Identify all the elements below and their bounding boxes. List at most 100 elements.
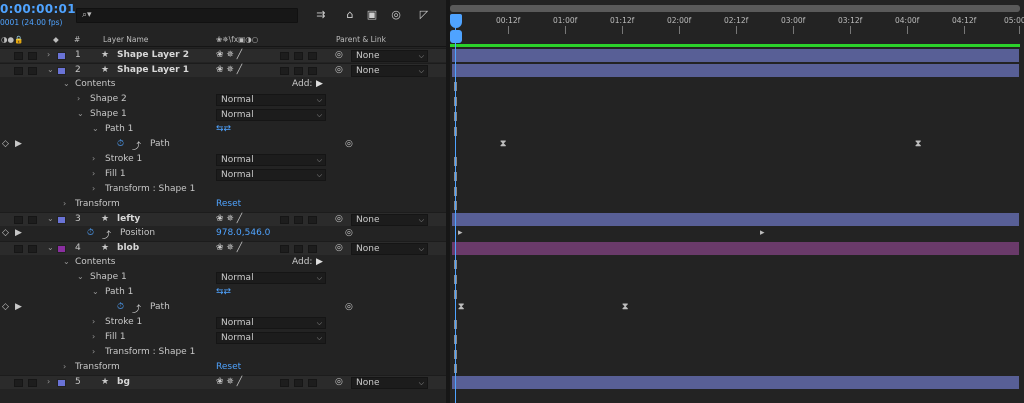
fill-1-row[interactable]: › Fill 1 Normal ⌵ [0,168,446,182]
position-value[interactable]: 978.0,546.0 [216,228,270,238]
parent-select[interactable]: None ⌵ [351,50,428,62]
layer-switches[interactable]: ❀ ✵ ╱ [216,50,242,60]
layer-bar-1[interactable] [452,49,1019,62]
keyframe-hold-icon[interactable]: ⧗ [458,302,464,312]
current-time-indicator[interactable] [455,14,456,403]
expand-icon[interactable]: › [47,377,50,386]
expand-icon[interactable]: › [92,347,95,356]
layer-row-4[interactable]: ⌄ 4 ★ blob ❀ ✵ ╱ ◎ None ⌵ [0,241,446,255]
label-color-swatch[interactable] [57,245,66,253]
path-property-row[interactable]: ◇ ▶ ⏱ ⤴ Path ◎ [0,138,446,152]
blend-mode-select[interactable]: Normal ⌵ [216,94,326,106]
shape-1-row[interactable]: ⌄ Shape 1 Normal ⌵ [0,108,446,122]
path-direction-icon[interactable]: ⇆⇄ [216,287,231,297]
work-area-bar[interactable] [450,44,1020,47]
pick-whip-icon[interactable]: ◎ [345,228,353,238]
transform-shape-1-row[interactable]: › Transform : Shape 1 [0,183,446,197]
layer-name-column-header[interactable]: Layer Name [103,35,148,44]
layer-name[interactable]: blob [117,243,139,253]
collapse-icon[interactable]: ⌄ [47,214,54,223]
time-navigator[interactable] [450,5,1020,12]
keyframe-nav-icon[interactable]: ◇ [2,228,9,238]
pick-whip-icon[interactable]: ◎ [335,65,343,75]
path-direction-icon[interactable]: ⇆⇄ [216,124,231,134]
contents-row[interactable]: ⌄ Contents Add: ▶ [0,78,446,92]
parent-select[interactable]: None ⌵ [351,214,428,226]
graph-editor-icon[interactable]: ◸ [417,8,431,22]
layer-name[interactable]: lefty [117,214,140,224]
expand-icon[interactable]: › [92,154,95,163]
playhead-work-handle[interactable] [450,30,462,43]
graph-icon[interactable]: ⤴ [132,302,141,315]
blend-mode-select[interactable]: Normal ⌵ [216,109,326,121]
keyframe-hold-icon[interactable]: ⧗ [500,139,506,149]
collapse-icon[interactable]: ⌄ [92,124,99,133]
pick-whip-icon[interactable]: ◎ [335,50,343,60]
layer-row-3[interactable]: ⌄ 3 ★ lefty ❀ ✵ ╱ ◎ None ⌵ [0,212,446,226]
keyframe-nav-icon[interactable]: ◇ [2,139,9,149]
pick-whip-icon[interactable]: ◎ [335,243,343,253]
reset-link[interactable]: Reset [216,199,241,209]
reset-link[interactable]: Reset [216,362,241,372]
keyframe-ease-icon[interactable]: ▸ [458,228,463,238]
position-property-row[interactable]: ◇ ▶ ⏱ ⤴ Position 978.0,546.0 ◎ [0,227,446,241]
expand-icon[interactable]: › [63,362,66,371]
collapse-icon[interactable]: ⌄ [63,79,70,88]
stopwatch-icon[interactable]: ⏱ [117,302,124,312]
add-menu-icon[interactable]: ▶ [316,257,323,267]
expand-icon[interactable]: ▶ [15,302,22,312]
add-menu-icon[interactable]: ▶ [316,79,323,89]
graph-icon[interactable]: ⤴ [102,228,111,241]
parent-select[interactable]: None ⌵ [351,243,428,255]
time-navigator-range[interactable] [450,5,1020,12]
playhead-handle[interactable] [450,14,462,28]
transform-shape-1-row[interactable]: › Transform : Shape 1 [0,346,446,360]
blend-mode-select[interactable]: Normal ⌵ [216,317,326,329]
layer-bar-3[interactable] [452,213,1019,226]
collapse-icon[interactable]: ⌄ [77,272,84,281]
stroke-1-row[interactable]: › Stroke 1 Normal ⌵ [0,153,446,167]
keyframe-nav-icon[interactable]: ◇ [2,302,9,312]
expand-icon[interactable]: ▶ [15,228,22,238]
frame-blending-icon[interactable]: ▣ [365,8,379,22]
layer-bar-2[interactable] [452,64,1019,77]
keyframe-ease-icon[interactable]: ▸ [760,228,765,238]
layer-bar-5[interactable] [452,376,1019,389]
current-time-display[interactable]: 0:00:00:01 [0,2,76,16]
pick-whip-icon[interactable]: ◎ [345,139,353,149]
layer-switches[interactable]: ❀ ✵ ╱ [216,214,242,224]
collapse-icon[interactable]: ⌄ [63,257,70,266]
composition-mini-flowchart-icon[interactable]: ⇉ [314,8,328,22]
shy-layers-icon[interactable]: ⌂ [343,8,357,22]
keyframe-hold-icon[interactable]: ⧗ [622,302,628,312]
transform-row[interactable]: › Transform Reset [0,198,446,212]
label-color-swatch[interactable] [57,216,66,224]
layer-row-5[interactable]: › 5 ★ bg ❀ ✵ ╱ ◎ None ⌵ [0,375,446,389]
blend-mode-select[interactable]: Normal ⌵ [216,272,326,284]
label-color-swatch[interactable] [57,52,66,60]
shape-2-row[interactable]: › Shape 2 Normal ⌵ [0,93,446,107]
motion-blur-icon[interactable]: ◎ [389,8,403,22]
expand-icon[interactable]: › [63,199,66,208]
graph-icon[interactable]: ⤴ [132,139,141,152]
expand-icon[interactable]: ▶ [15,139,22,149]
layer-switches[interactable]: ❀ ✵ ╱ [216,377,242,387]
layer-bar-4[interactable] [452,242,1019,255]
expand-icon[interactable]: › [92,169,95,178]
path-property-row[interactable]: ◇ ▶ ⏱ ⤴ Path ◎ [0,301,446,315]
collapse-icon[interactable]: ⌄ [47,65,54,74]
pick-whip-icon[interactable]: ◎ [345,302,353,312]
transform-row[interactable]: › Transform Reset [0,361,446,375]
collapse-icon[interactable]: ⌄ [77,109,84,118]
layer-row-1[interactable]: › 1 ★ Shape Layer 2 ❀ ✵ ╱ ◎ None ⌵ [0,48,446,62]
expand-icon[interactable]: › [92,317,95,326]
expand-icon[interactable]: › [77,94,80,103]
blend-mode-select[interactable]: Normal ⌵ [216,332,326,344]
layer-name[interactable]: Shape Layer 1 [117,65,189,75]
parent-select[interactable]: None ⌵ [351,377,428,389]
path-1-row[interactable]: ⌄ Path 1 ⇆⇄ [0,286,446,300]
layer-search-input[interactable]: ⌕▾ [76,8,298,23]
label-color-swatch[interactable] [57,379,66,387]
path-1-row[interactable]: ⌄ Path 1 ⇆⇄ [0,123,446,137]
expand-icon[interactable]: › [92,332,95,341]
